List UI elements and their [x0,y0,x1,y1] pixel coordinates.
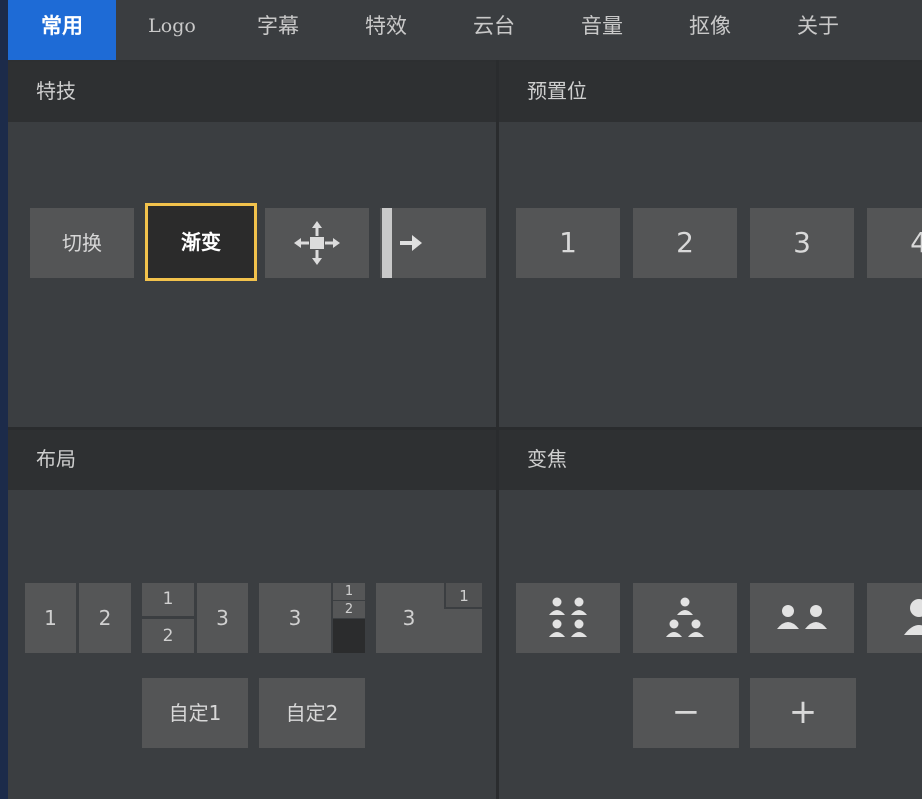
layout-title: 布局 [8,430,496,490]
layout-cell: 1 [444,583,482,609]
presets-panel: 预置位 1 2 3 4 [499,62,922,427]
effects-title: 特技 [8,62,496,122]
wipe-right-icon [382,208,422,278]
zoom-title: 变焦 [499,430,922,490]
app-window: 常用 Logo 字幕 特效 云台 音量 抠像 关于 特技 切换 渐变 预置位 1… [8,0,922,799]
tab-volume[interactable]: 音量 [562,0,642,60]
zoom-one-person-button[interactable] [867,583,922,653]
presets-title: 预置位 [499,62,922,122]
three-people-icon [666,597,704,637]
layout-cell: 3 [197,583,248,653]
tab-subtitle[interactable]: 字幕 [238,0,318,60]
move-effect-button[interactable] [265,208,369,278]
tab-bar: 常用 Logo 字幕 特效 云台 音量 抠像 关于 [8,0,922,62]
tab-ptz[interactable]: 云台 [454,0,534,60]
preset-3-button[interactable]: 3 [750,208,854,278]
layout-cell: 2 [79,583,131,653]
custom-layout-2-button[interactable]: 自定2 [259,678,365,748]
zoom-two-people-button[interactable] [750,583,854,653]
effects-panel: 特技 切换 渐变 [8,62,496,427]
layout-cell: 1 [25,583,76,653]
wipe-effect-button[interactable] [380,208,486,278]
fade-button[interactable]: 渐变 [145,203,257,281]
tab-about[interactable]: 关于 [778,0,858,60]
zoom-out-button[interactable]: − [633,678,739,748]
tab-logo[interactable]: Logo [128,0,216,60]
layout-cell: 2 [142,619,194,653]
preset-4-button[interactable]: 4 [867,208,922,278]
zoom-four-people-button[interactable] [516,583,620,653]
tab-common[interactable]: 常用 [8,0,116,60]
layout-cell: 3 [259,583,331,653]
layout-cell: 1 [333,583,365,600]
layout-panel: 布局 1 2 1 2 3 3 1 2 3 1 自定1 自定2 [8,430,496,799]
preset-1-button[interactable]: 1 [516,208,620,278]
four-people-icon [549,597,587,637]
layout-cell: 2 [333,601,365,618]
zoom-three-people-button[interactable] [633,583,737,653]
preset-2-button[interactable]: 2 [633,208,737,278]
horizontal-divider [8,427,922,430]
zoom-panel: 变焦 − + [499,430,922,799]
layout-cell: 1 [142,583,194,616]
zoom-in-button[interactable]: + [750,678,856,748]
move-arrows-icon [294,221,340,265]
layout-empty-cell [333,619,365,653]
one-person-icon [904,599,922,635]
custom-layout-1-button[interactable]: 自定1 [142,678,248,748]
cut-button[interactable]: 切换 [30,208,134,278]
two-people-icon [777,605,827,629]
tab-effects[interactable]: 特效 [346,0,426,60]
tab-keying[interactable]: 抠像 [670,0,750,60]
